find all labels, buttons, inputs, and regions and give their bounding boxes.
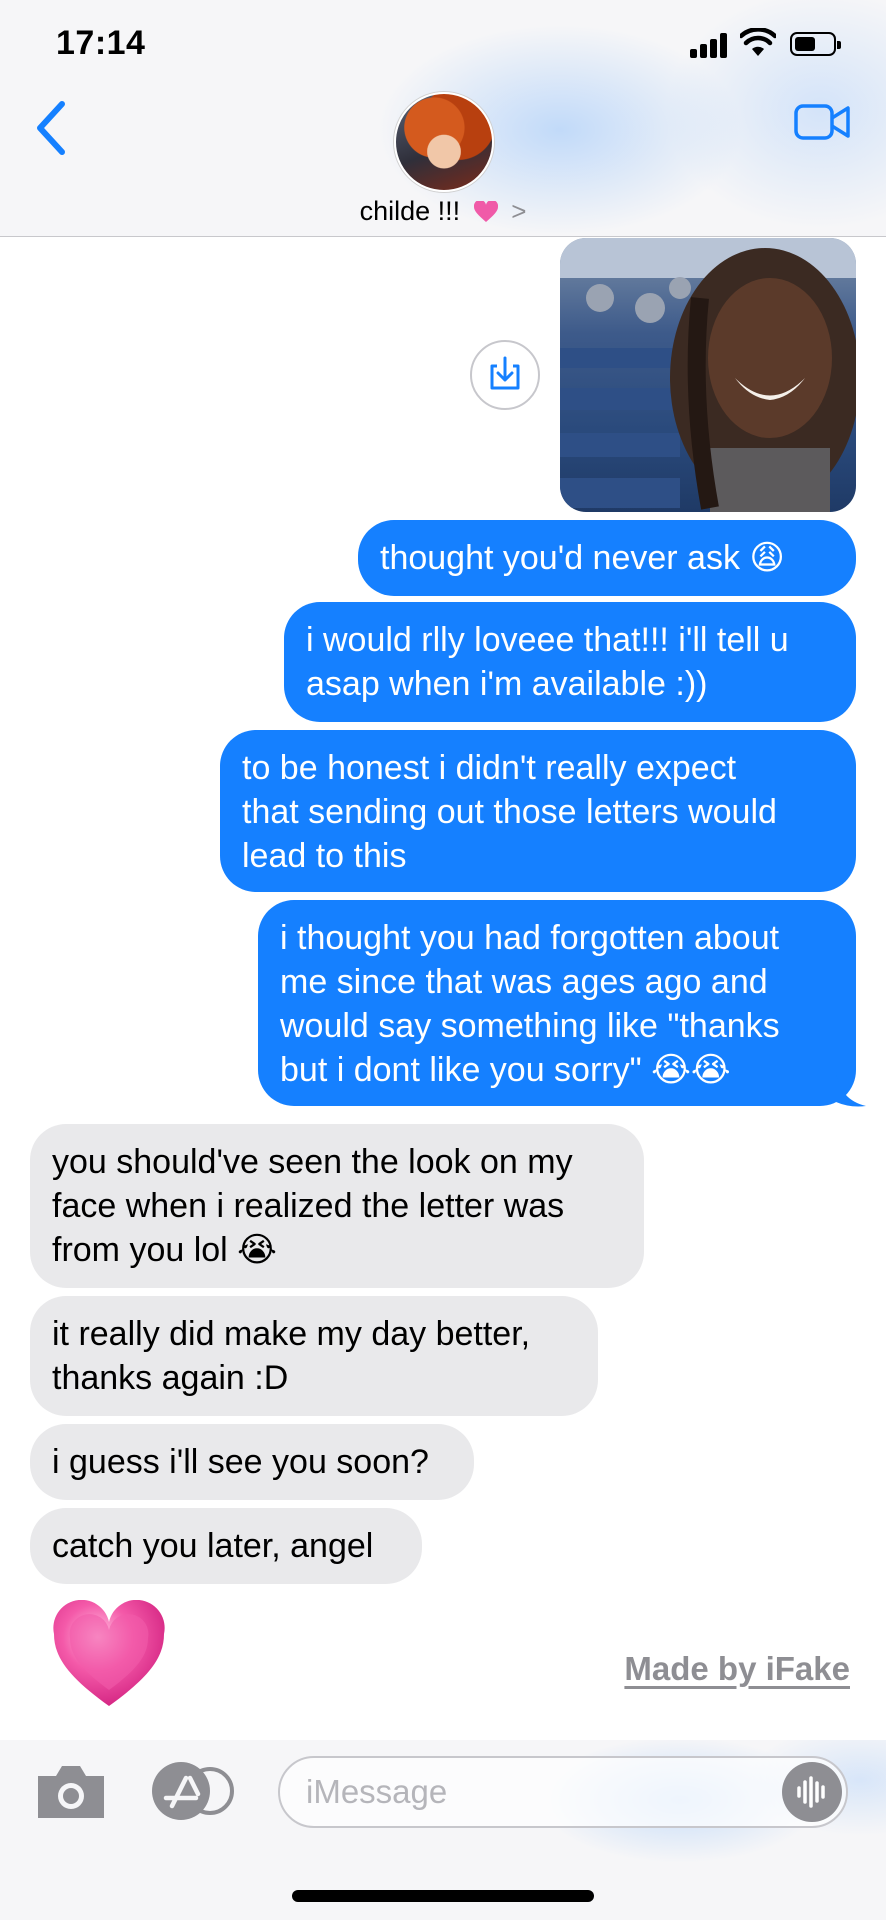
app-store-icon xyxy=(152,1762,234,1820)
home-indicator xyxy=(292,1890,594,1902)
status-bar: 17:14 xyxy=(0,0,886,90)
contact-name: childe !!! xyxy=(359,196,461,226)
bubble-tail xyxy=(836,1072,866,1107)
status-time: 17:14 xyxy=(56,24,146,62)
imessage-input[interactable] xyxy=(278,1756,848,1828)
message-received[interactable]: it really did make my day better, thanks… xyxy=(30,1296,598,1416)
cellular-signal-icon xyxy=(690,32,730,58)
save-photo-button[interactable] xyxy=(470,340,540,410)
message-received[interactable]: i guess i'll see you soon? xyxy=(30,1424,474,1500)
message-sent[interactable]: i thought you had forgotten about me sin… xyxy=(258,900,856,1106)
camera-button[interactable] xyxy=(34,1762,108,1820)
camera-icon xyxy=(38,1766,104,1818)
message-received[interactable]: catch you later, angel xyxy=(30,1508,422,1584)
video-camera-icon xyxy=(794,104,850,140)
chevron-left-icon xyxy=(37,101,65,155)
photo-attachment[interactable] xyxy=(560,238,856,512)
pink-heart-emoji[interactable] xyxy=(52,1600,166,1710)
photo-image xyxy=(560,238,856,512)
battery-icon xyxy=(790,32,841,56)
wifi-icon xyxy=(740,28,776,56)
message-sent[interactable]: to be honest i didn't really expect that… xyxy=(220,730,856,892)
facetime-button[interactable] xyxy=(794,102,850,142)
pink-heart-emoji xyxy=(473,201,498,222)
download-icon xyxy=(490,356,520,390)
message-received[interactable]: you should've seen the look on my face w… xyxy=(30,1124,644,1288)
watermark: Made by iFake xyxy=(624,1650,850,1687)
app-store-button[interactable] xyxy=(150,1760,234,1822)
audio-message-button[interactable] xyxy=(782,1762,842,1822)
chevron-right-icon: > xyxy=(511,196,527,226)
contact-avatar[interactable] xyxy=(394,92,494,192)
contact-name-button[interactable]: childe !!! > xyxy=(0,196,886,227)
back-button[interactable] xyxy=(30,98,74,158)
waveform-icon xyxy=(797,1776,825,1808)
message-sent[interactable]: thought you'd never ask 😩 xyxy=(358,520,856,596)
message-sent[interactable]: i would rlly loveee that!!! i'll tell u … xyxy=(284,602,856,722)
